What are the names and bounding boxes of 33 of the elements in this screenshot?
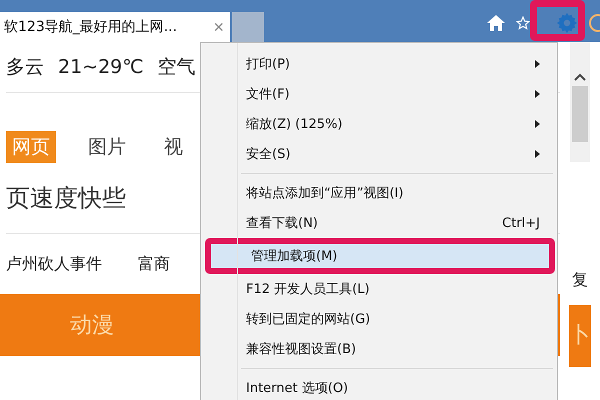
menu-item[interactable]: 查看下载(N) Ctrl+J [205, 208, 555, 238]
submenu-arrow-icon [535, 120, 540, 128]
scrollbar[interactable] [570, 42, 590, 162]
menu-item[interactable]: 兼容性视图设置(B) [205, 334, 555, 364]
scroll-thumb[interactable] [572, 86, 588, 142]
menu-item[interactable]: 打印(P) [205, 49, 555, 79]
scroll-up-icon[interactable] [573, 72, 587, 82]
weather-text: 空气 [158, 55, 196, 80]
menu-item[interactable]: 管理加载项(M) [205, 238, 555, 274]
submenu-arrow-icon [535, 60, 540, 68]
browser-tab[interactable]: 软123导航_最好用的上网... × [0, 12, 230, 42]
close-button[interactable]: × [211, 16, 226, 38]
news-link[interactable]: 复 [572, 270, 588, 291]
settings-icon[interactable] [556, 12, 578, 34]
slogan-text: 页速度快些 [6, 183, 126, 214]
menu-item[interactable]: 安全(S) [205, 139, 555, 169]
search-tab[interactable]: 图片 [82, 131, 132, 163]
menu-item[interactable]: 缩放(Z) (125%) [205, 109, 555, 139]
weather-text: 多云 [6, 55, 44, 80]
tab-title: 软123导航_最好用的上网... [4, 18, 178, 36]
star-icon[interactable] [516, 16, 530, 30]
news-link[interactable]: 卢州砍人事件 [6, 254, 102, 274]
menu-item[interactable]: F12 开发人员工具(L) [205, 274, 555, 304]
search-tab[interactable]: 视 [158, 131, 189, 163]
menu-item[interactable]: 将站点添加到“应用”视图(I) [205, 178, 555, 208]
menu-item[interactable]: Internet 选项(O) [205, 373, 555, 400]
submenu-arrow-icon [535, 90, 540, 98]
news-link[interactable]: 富商 [138, 254, 170, 274]
weather-text: 21~29℃ [58, 56, 144, 78]
menu-item[interactable]: 转到已固定的网站(G) [205, 304, 555, 334]
submenu-arrow-icon [535, 150, 540, 158]
menu-item[interactable]: 文件(F) [205, 79, 555, 109]
home-icon[interactable] [486, 14, 506, 32]
